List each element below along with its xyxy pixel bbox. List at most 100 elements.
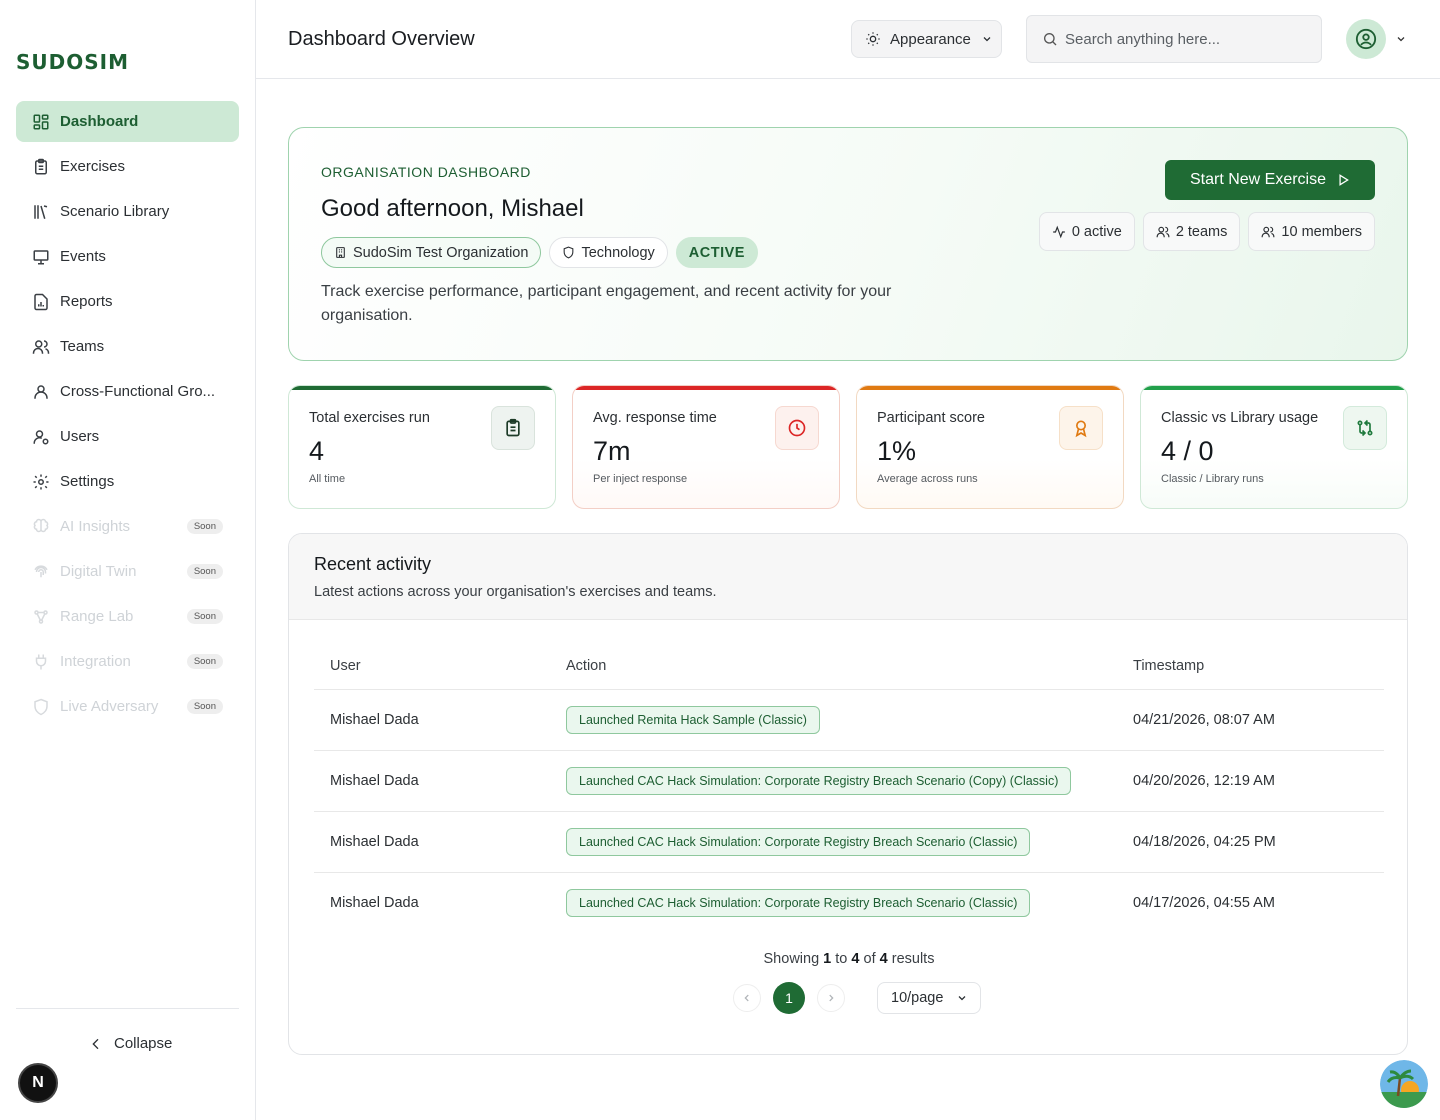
sidebar-item-range-lab: Range Lab Soon	[16, 596, 239, 637]
metric-icon-box	[775, 406, 819, 450]
activity-table: User Action Timestamp Mishael Dada Launc…	[314, 644, 1384, 933]
sidebar-item-settings[interactable]: Settings	[16, 461, 239, 502]
sidebar-item-users[interactable]: Users	[16, 416, 239, 457]
sidebar-nav: Dashboard Exercises Scenario Library Eve…	[16, 101, 239, 731]
table-row[interactable]: Mishael Dada Launched Remita Hack Sample…	[314, 689, 1384, 751]
metric-value: 4	[309, 436, 325, 466]
user-circle-icon	[1355, 28, 1377, 50]
file-chart-icon	[34, 293, 48, 310]
sidebar-item-scenario-library[interactable]: Scenario Library	[16, 191, 239, 232]
page-title: Dashboard Overview	[288, 28, 475, 50]
sidebar-item-dashboard[interactable]: Dashboard	[16, 101, 239, 142]
cell-timestamp: 04/20/2026, 12:19 AM	[1117, 750, 1384, 812]
cell-user: Mishael Dada	[314, 689, 550, 751]
teams-count-pill: 2 teams	[1142, 212, 1241, 251]
sidebar-item-label: Cross-Functional Gro...	[60, 383, 216, 400]
search-box[interactable]	[1026, 15, 1322, 63]
layout-grid-icon	[33, 114, 49, 129]
sidebar: SUDOSIM Dashboard Exercises Scenario Lib…	[0, 0, 256, 1120]
metric-card-participant-score: Participant score 1% Average across runs	[856, 385, 1124, 509]
user-avatar[interactable]	[1346, 19, 1386, 59]
recent-activity-card: Recent activity Latest actions across yo…	[288, 533, 1408, 1055]
table-row[interactable]: Mishael Dada Launched CAC Hack Simulatio…	[314, 750, 1384, 812]
appearance-button[interactable]: Appearance	[851, 20, 1002, 58]
start-new-exercise-button[interactable]: Start New Exercise	[1165, 160, 1375, 200]
column-header-timestamp[interactable]: Timestamp	[1117, 644, 1384, 690]
metric-value: 4 / 0	[1161, 436, 1214, 466]
sidebar-item-label: Reports	[60, 293, 113, 310]
table-row[interactable]: Mishael Dada Launched CAC Hack Simulatio…	[314, 811, 1384, 873]
soon-badge: Soon	[186, 699, 223, 714]
metric-label: Avg. response time	[593, 410, 717, 426]
users-icon	[1261, 226, 1275, 237]
activity-subtitle: Latest actions across your organisation'…	[314, 584, 717, 600]
sidebar-item-label: Range Lab	[60, 608, 134, 625]
action-tag: Launched CAC Hack Simulation: Corporate …	[566, 827, 1031, 856]
clock-icon	[788, 419, 806, 437]
metric-subtext: Average across runs	[877, 473, 978, 485]
chevron-down-icon[interactable]	[1395, 33, 1407, 45]
industry-label: Technology	[581, 244, 655, 261]
cell-timestamp: 04/17/2026, 04:55 AM	[1133, 894, 1275, 911]
soon-badge: Soon	[186, 654, 223, 669]
table-row[interactable]: Mishael Dada Launched CAC Hack Simulatio…	[314, 872, 1384, 933]
sidebar-divider	[16, 1008, 239, 1009]
metric-value: 1%	[877, 436, 917, 466]
clipboard-list-icon	[506, 418, 520, 437]
industry-chip: Technology	[549, 237, 668, 268]
sidebar-item-teams[interactable]: Teams	[16, 326, 239, 367]
sidebar-item-exercises[interactable]: Exercises	[16, 146, 239, 187]
metric-icon-box	[1059, 406, 1103, 450]
appearance-label: Appearance	[890, 30, 971, 48]
sidebar-item-label: Events	[60, 248, 106, 265]
cell-action: Launched CAC Hack Simulation: Corporate …	[550, 750, 1117, 812]
collapse-button[interactable]: Collapse	[88, 1035, 172, 1052]
chevron-left-icon	[744, 994, 749, 1002]
column-header-user[interactable]: User	[314, 644, 550, 690]
metric-label: Total exercises run	[309, 410, 430, 426]
page-button-current[interactable]: 1	[773, 982, 805, 1014]
sidebar-item-cross-functional-groups[interactable]: Cross-Functional Gro...	[16, 371, 239, 412]
sidebar-item-ai-insights: AI Insights Soon	[16, 506, 239, 547]
brand-logo[interactable]: SUDOSIM	[16, 50, 129, 74]
cell-user: Mishael Dada	[314, 750, 550, 812]
git-compare-icon	[1357, 419, 1373, 437]
sidebar-item-label: Digital Twin	[60, 563, 137, 580]
assistant-avatar[interactable]	[1380, 1060, 1428, 1108]
greeting-title: Good afternoon, Mishael	[321, 195, 584, 222]
showing-from: 1	[823, 951, 832, 967]
hero-eyebrow: ORGANISATION DASHBOARD	[321, 164, 531, 180]
search-input[interactable]	[1065, 30, 1305, 48]
soon-badge: Soon	[186, 564, 223, 579]
status-badge: ACTIVE	[675, 237, 758, 268]
metric-label: Participant score	[877, 410, 985, 426]
sidebar-item-label: Dashboard	[60, 113, 139, 130]
chevron-right-icon	[829, 994, 834, 1002]
sidebar-item-live-adversary: Live Adversary Soon	[16, 686, 239, 727]
sidebar-item-events[interactable]: Events	[16, 236, 239, 277]
sidebar-item-label: Teams	[60, 338, 105, 355]
organisation-hero-card: ORGANISATION DASHBOARD Good afternoon, M…	[288, 127, 1408, 361]
action-tag: Launched CAC Hack Simulation: Corporate …	[566, 888, 1031, 917]
org-stats-pills: 0 active 2 teams 10 members	[1038, 212, 1375, 251]
metric-subtext: All time	[309, 473, 346, 485]
active-count-pill: 0 active	[1038, 212, 1135, 251]
showing-to: 4	[851, 951, 860, 967]
column-header-action[interactable]: Action	[550, 644, 1117, 690]
next-page-button[interactable]	[817, 984, 845, 1012]
metric-subtext: Classic / Library runs	[1161, 473, 1264, 485]
fingerprint-icon	[34, 564, 48, 577]
search-icon	[1044, 33, 1057, 46]
sidebar-item-label: Live Adversary	[60, 698, 159, 715]
soon-badge: Soon	[186, 519, 223, 534]
prev-page-button[interactable]	[733, 984, 761, 1012]
metric-icon-box	[491, 406, 535, 450]
user-cog-icon	[33, 429, 49, 444]
metric-value: 7m	[593, 436, 631, 466]
sidebar-item-reports[interactable]: Reports	[16, 281, 239, 322]
top-header: Dashboard Overview Appearance	[256, 0, 1440, 79]
dev-tools-badge[interactable]: N	[18, 1063, 58, 1103]
metric-label: Classic vs Library usage	[1161, 410, 1319, 426]
page-size-select[interactable]: 10/page	[877, 982, 981, 1014]
org-chips: SudoSim Test Organization Technology ACT…	[321, 237, 758, 268]
